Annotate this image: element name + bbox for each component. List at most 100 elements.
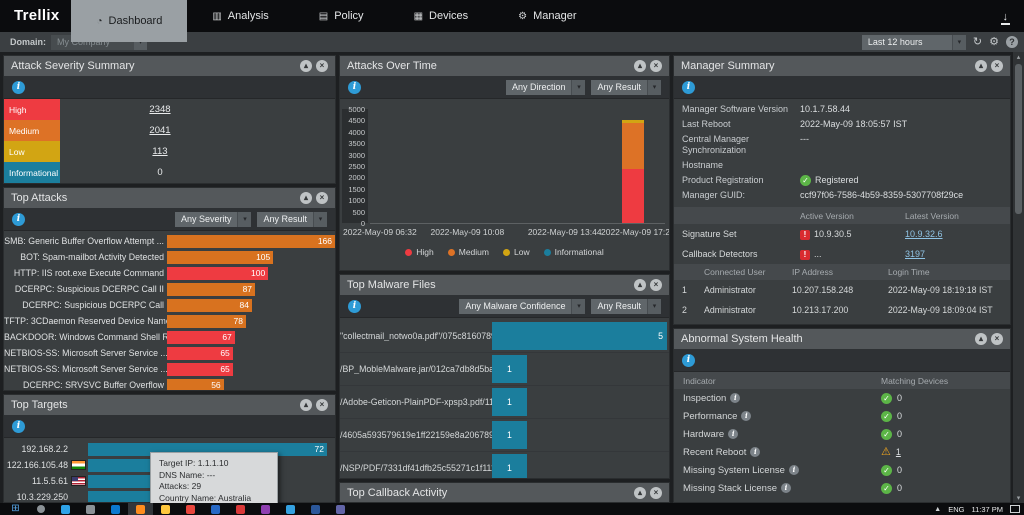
tab-policy[interactable]: ▤Policy (294, 0, 389, 32)
taskbar-app-icon[interactable] (336, 505, 345, 514)
info-icon[interactable]: i (12, 81, 25, 94)
version-table-header: Active VersionLatest Version (674, 207, 1010, 224)
notifications-icon[interactable] (1010, 505, 1020, 513)
info-icon[interactable]: i (781, 483, 791, 493)
scroll-down-arrow-icon[interactable]: ▾ (1013, 494, 1024, 502)
info-icon[interactable]: i (789, 465, 799, 475)
severity-count[interactable]: 2041 (60, 125, 260, 136)
close-icon[interactable]: × (316, 60, 328, 72)
tab-devices[interactable]: ▦Devices (389, 0, 494, 32)
close-icon[interactable]: × (991, 60, 1003, 72)
attack-bar[interactable]: 78 (167, 315, 246, 328)
info-icon[interactable]: i (12, 213, 25, 226)
attack-bar[interactable]: 65 (167, 363, 233, 376)
time-range-select[interactable]: Last 12 hours ▾ (862, 35, 966, 50)
collapse-icon[interactable]: ▴ (634, 279, 646, 291)
taskbar-app-icon[interactable] (161, 505, 170, 514)
tab-dashboard[interactable]: ◔Dashboard (71, 0, 187, 42)
taskbar-app-icon[interactable] (311, 505, 320, 514)
filter-select-any-result[interactable]: Any Result▾ (591, 80, 661, 95)
collapse-icon[interactable]: ▴ (975, 60, 987, 72)
info-icon[interactable]: i (730, 393, 740, 403)
attack-bar[interactable]: 56 (167, 379, 224, 392)
download-icon[interactable]: ↓ (1001, 11, 1011, 25)
latest-version-link[interactable]: 3197 (905, 249, 1002, 259)
help-icon[interactable]: ? (1006, 36, 1018, 48)
analysis-icon: ▥ (212, 11, 221, 22)
close-icon[interactable]: × (991, 333, 1003, 345)
panel-top-malware-files: Top Malware Files ▴ × i Any Malware Conf… (339, 274, 670, 479)
collapse-icon[interactable]: ▴ (300, 192, 312, 204)
settings-gear-icon[interactable]: ⚙ (989, 37, 999, 48)
info-icon[interactable]: i (750, 447, 760, 457)
taskbar-app-icon[interactable] (136, 505, 145, 514)
taskbar-app-icon[interactable] (236, 505, 245, 514)
attack-bar[interactable]: 65 (167, 347, 233, 360)
collapse-icon[interactable]: ▴ (975, 333, 987, 345)
taskbar-app-icon[interactable] (86, 505, 95, 514)
info-icon[interactable]: i (12, 420, 25, 433)
device-count: 0 (897, 393, 902, 403)
vertical-scrollbar[interactable]: ▴ ▾ (1013, 52, 1024, 503)
info-icon[interactable]: i (741, 411, 751, 421)
filter-select-any-severity[interactable]: Any Severity▾ (175, 212, 252, 227)
collapse-icon[interactable]: ▴ (300, 399, 312, 411)
taskbar-app-icon[interactable] (211, 505, 220, 514)
trellix-logo[interactable]: Trellix (14, 7, 59, 24)
filter-select-any-malware-confidence[interactable]: Any Malware Confidence▾ (459, 299, 585, 314)
device-count[interactable]: 1 (896, 447, 901, 457)
taskbar-app-icon[interactable] (286, 505, 295, 514)
collapse-icon[interactable]: ▴ (634, 60, 646, 72)
close-icon[interactable]: × (650, 60, 662, 72)
filter-select-any-result[interactable]: Any Result▾ (257, 212, 327, 227)
attack-bar[interactable]: 100 (167, 267, 268, 280)
tab-manager[interactable]: ⚙Manager (493, 0, 601, 32)
attack-bar[interactable]: 84 (167, 299, 252, 312)
taskbar-app-icon[interactable] (186, 505, 195, 514)
close-icon[interactable]: × (650, 487, 662, 499)
malware-bar[interactable]: 1 (492, 388, 527, 416)
severity-count[interactable]: 113 (60, 146, 260, 157)
collapse-icon[interactable]: ▴ (300, 60, 312, 72)
scrollbar-thumb[interactable] (1015, 64, 1022, 214)
filter-select-any-direction[interactable]: Any Direction▾ (506, 80, 586, 95)
tray-expand-icon[interactable]: ▲ (934, 506, 941, 513)
attack-bar[interactable]: 105 (167, 251, 273, 264)
tab-label: Devices (429, 10, 468, 22)
tab-analysis[interactable]: ▥Analysis (187, 0, 293, 32)
info-icon[interactable]: i (348, 81, 361, 94)
info-icon[interactable]: i (682, 81, 695, 94)
language-indicator[interactable]: ENG (948, 505, 964, 514)
info-icon[interactable]: i (682, 354, 695, 367)
malware-bar[interactable]: 5 (492, 322, 667, 350)
close-icon[interactable]: × (650, 279, 662, 291)
malware-bar[interactable]: 1 (492, 355, 527, 383)
scroll-up-arrow-icon[interactable]: ▴ (1013, 53, 1024, 61)
malware-bar[interactable]: 1 (492, 421, 527, 449)
clock[interactable]: 11:37 PM (971, 505, 1003, 514)
collapse-icon[interactable]: ▴ (634, 487, 646, 499)
windows-start-icon[interactable]: ⊞ (11, 504, 19, 514)
taskbar-app-icon[interactable] (61, 505, 70, 514)
close-icon[interactable]: × (316, 399, 328, 411)
target-label: 11.5.5.61 (4, 476, 68, 486)
legend-dot (448, 249, 455, 256)
refresh-icon[interactable]: ↻ (973, 37, 982, 48)
close-icon[interactable]: × (316, 192, 328, 204)
panel-header: Abnormal System Health ▴ × (674, 329, 1010, 349)
filter-select-any-result[interactable]: Any Result▾ (591, 299, 661, 314)
plot-area (370, 109, 665, 224)
attack-bar[interactable]: 87 (167, 283, 255, 296)
info-icon[interactable]: i (728, 429, 738, 439)
info-icon[interactable]: i (348, 300, 361, 313)
severity-count[interactable]: 2348 (60, 104, 260, 115)
malware-bar[interactable]: 1 (492, 454, 527, 479)
taskbar-app-icon[interactable] (261, 505, 270, 514)
latest-version-link[interactable]: 10.9.32.6 (905, 229, 1002, 239)
taskbar-app-icon[interactable] (111, 505, 120, 514)
attack-bar[interactable]: 166 (167, 235, 335, 248)
attack-bar[interactable]: 67 (167, 331, 235, 344)
attack-row: DCERPC: SRVSVC Buffer Overflow56 (4, 377, 335, 391)
search-icon[interactable] (37, 505, 45, 513)
attacks-over-time-bar[interactable] (622, 120, 644, 223)
